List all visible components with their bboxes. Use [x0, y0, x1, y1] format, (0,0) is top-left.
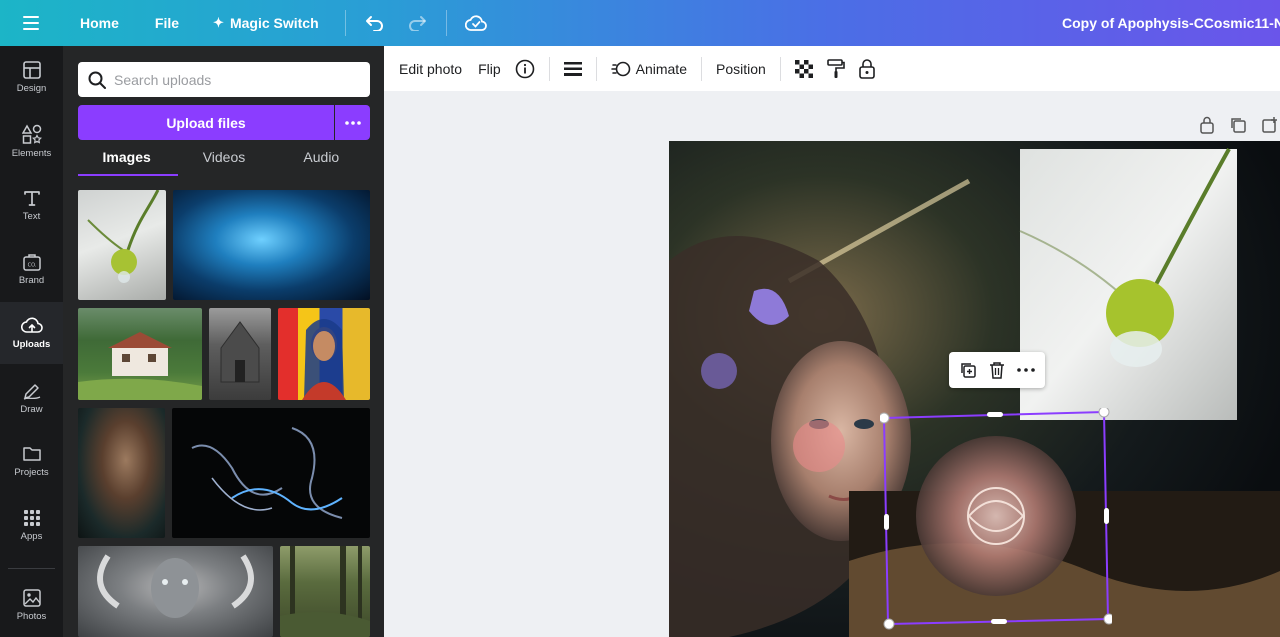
rail-label: Elements [11, 147, 52, 159]
uploads-panel: Upload files Images Videos Audio [63, 46, 384, 637]
sparkle-icon: ✦ [213, 15, 224, 30]
flip-button[interactable]: Flip [478, 61, 501, 77]
rail-divider [8, 568, 55, 569]
animate-label: Animate [635, 60, 687, 77]
rail-item-draw[interactable]: Draw [0, 366, 63, 428]
upload-thumbnail[interactable] [78, 546, 273, 637]
upload-files-button[interactable]: Upload files [78, 105, 334, 140]
lock-page-icon[interactable] [1199, 116, 1215, 134]
animate-button[interactable]: Animate [610, 60, 687, 78]
upload-thumbnail[interactable] [78, 308, 202, 400]
magic-switch-label: Magic Switch [229, 15, 319, 31]
edit-photo-button[interactable]: Edit photo [399, 61, 462, 77]
rail-label: Apps [20, 530, 43, 542]
folder-icon [22, 446, 41, 461]
more-options-icon[interactable] [1017, 368, 1035, 372]
cloud-save-icon[interactable] [455, 0, 497, 46]
border-style-icon[interactable] [563, 61, 582, 77]
rail-label: Brand [18, 274, 45, 286]
draw-icon [23, 383, 40, 400]
active-tab-indicator [78, 174, 178, 176]
search-box[interactable] [78, 62, 370, 97]
rail-label: Projects [14, 466, 49, 478]
duplicate-icon[interactable] [959, 361, 977, 379]
rail-item-elements[interactable]: Elements [0, 110, 63, 172]
upload-thumbnail[interactable] [278, 308, 370, 400]
duplicate-page-icon[interactable] [1229, 116, 1247, 134]
upload-thumbnail[interactable] [173, 190, 370, 300]
top-bar: Home File ✦ Magic Switch Copy of Apophys… [0, 0, 1280, 46]
brand-icon: CO. [22, 253, 41, 271]
left-rail: Design Elements Text CO. Brand Uploads D… [0, 46, 63, 637]
upload-thumbnail[interactable] [280, 546, 370, 637]
divider [700, 56, 702, 81]
tab-videos[interactable]: Videos [175, 146, 272, 176]
rail-label: Photos [16, 610, 47, 622]
upload-thumbnail[interactable] [78, 408, 165, 538]
add-page-icon[interactable] [1261, 116, 1279, 134]
animate-icon [610, 61, 630, 76]
apps-icon [23, 509, 40, 526]
upload-thumbnail[interactable] [78, 190, 166, 300]
media-tabs: Images Videos Audio [78, 146, 370, 176]
divider [548, 56, 550, 81]
magic-switch-button[interactable]: ✦ Magic Switch [197, 0, 337, 46]
photos-icon [22, 588, 41, 607]
info-icon[interactable] [515, 59, 535, 79]
rail-item-photos[interactable]: Photos [0, 574, 63, 636]
undo-icon[interactable] [354, 0, 396, 46]
paint-roller-icon[interactable] [826, 58, 845, 79]
home-button[interactable]: Home [62, 0, 137, 46]
upload-thumbnail[interactable] [172, 408, 370, 538]
redo-icon[interactable] [396, 0, 438, 46]
page-tools [1199, 116, 1279, 134]
lock-icon[interactable] [858, 58, 875, 79]
rail-item-text[interactable]: Text [0, 174, 63, 236]
context-toolbar: Edit photo Flip Animate Position [384, 46, 1280, 91]
rail-item-brand[interactable]: CO. Brand [0, 238, 63, 300]
divider [779, 56, 781, 81]
selection-frame[interactable] [880, 408, 1112, 630]
text-icon [23, 190, 40, 206]
divider [595, 56, 597, 81]
rail-item-design[interactable]: Design [0, 46, 63, 108]
divider [344, 10, 346, 36]
more-options-icon[interactable] [335, 105, 370, 140]
design-icon [22, 60, 41, 79]
document-title[interactable]: Copy of Apophysis-CCosmic11-No1- [1062, 0, 1280, 46]
search-input[interactable] [114, 71, 354, 88]
divider [445, 10, 447, 36]
tab-audio[interactable]: Audio [273, 146, 370, 176]
rail-label: Design [16, 82, 47, 94]
rail-label: Text [22, 210, 41, 222]
transparency-icon[interactable] [794, 59, 813, 78]
rail-item-uploads[interactable]: Uploads [0, 302, 63, 364]
elements-icon [21, 123, 42, 144]
tab-images[interactable]: Images [78, 146, 175, 176]
file-menu-button[interactable]: File [137, 0, 197, 46]
upload-thumbnail[interactable] [209, 308, 271, 400]
cloud-upload-icon [20, 317, 43, 333]
element-floating-menu [949, 352, 1045, 388]
svg-text:CO.: CO. [27, 262, 36, 268]
rail-label: Draw [20, 403, 43, 415]
trash-icon[interactable] [989, 361, 1005, 379]
search-icon [88, 71, 106, 89]
rail-label: Uploads [12, 338, 51, 350]
rail-item-projects[interactable]: Projects [0, 430, 63, 492]
position-button[interactable]: Position [716, 61, 766, 77]
menu-icon[interactable] [0, 0, 62, 46]
rail-item-apps[interactable]: Apps [0, 494, 63, 556]
